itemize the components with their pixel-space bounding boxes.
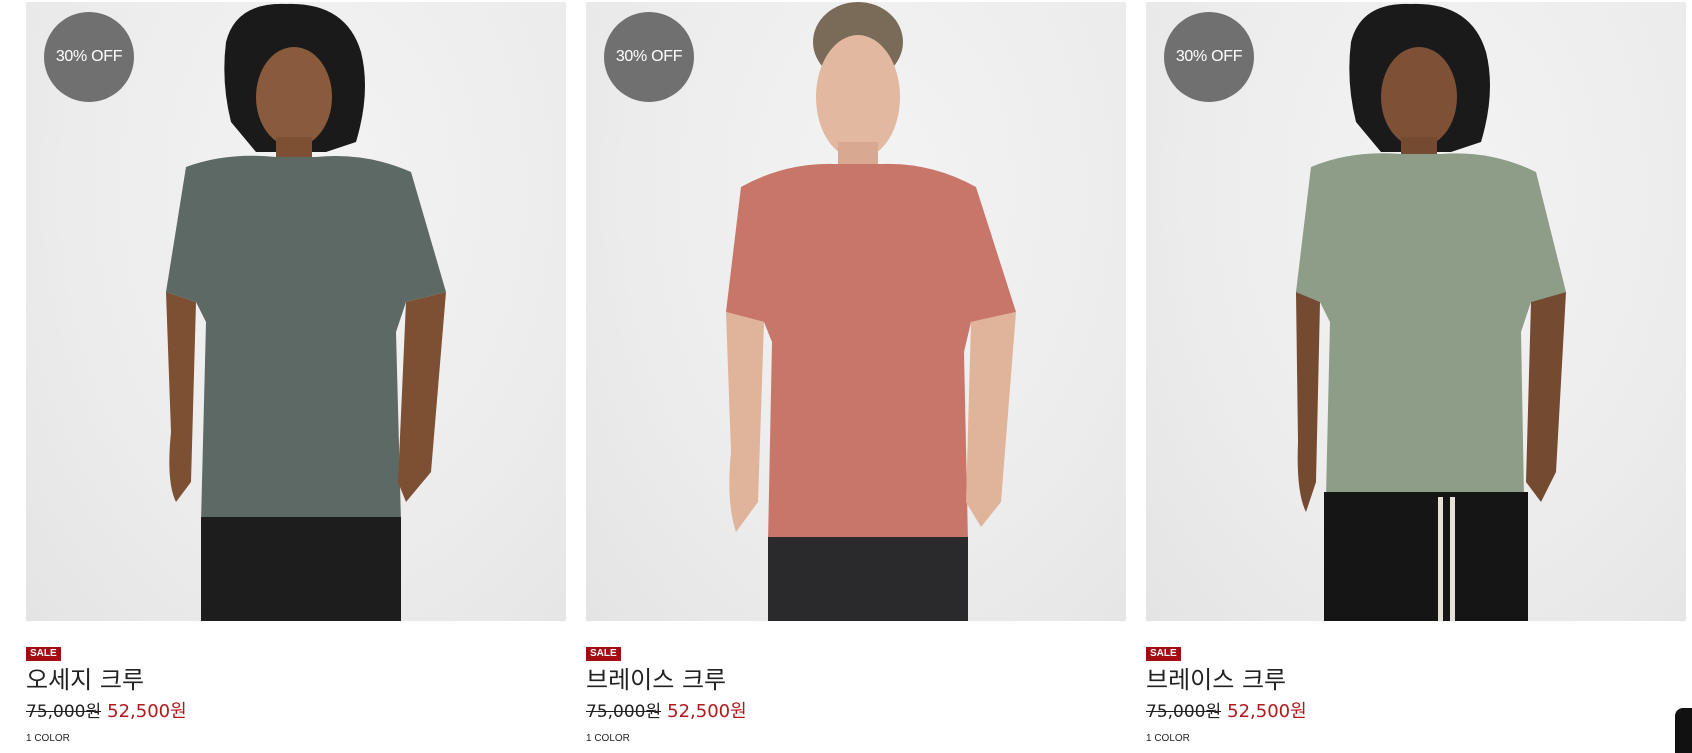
sale-price: 52,500원 — [1227, 701, 1307, 722]
price-row: 75,000원 52,500원 — [26, 699, 566, 725]
product-info: SALE 오세지 크루 75,000원 52,500원 1 COLOR — [26, 621, 566, 744]
discount-badge: 30% OFF — [44, 12, 134, 102]
discount-badge: 30% OFF — [604, 12, 694, 102]
sale-tag: SALE — [1146, 647, 1181, 661]
floating-chat-widget[interactable] — [1675, 708, 1692, 753]
product-image[interactable]: 30% OFF — [1146, 2, 1686, 621]
shirt-shape — [1296, 153, 1566, 497]
color-count: 1 COLOR — [586, 733, 630, 744]
product-name[interactable]: 오세지 크루 — [26, 665, 566, 695]
product-grid: 30% OFF SALE 오세지 크루 75,000원 52,500원 1 COL… — [26, 2, 1686, 744]
product-card[interactable]: 30% OFF SALE 오세지 크루 75,000원 52,500원 1 COL… — [26, 2, 566, 744]
original-price: 75,000원 — [26, 702, 102, 722]
pants-shape — [768, 537, 968, 621]
product-image[interactable]: 30% OFF — [26, 2, 566, 621]
product-image[interactable]: 30% OFF — [586, 2, 1126, 621]
pants-shape — [1324, 492, 1528, 621]
sale-tag: SALE — [26, 647, 61, 661]
product-name[interactable]: 브레이스 크루 — [586, 665, 1126, 695]
sale-tag: SALE — [586, 647, 621, 661]
discount-badge: 30% OFF — [1164, 12, 1254, 102]
product-card[interactable]: 30% OFF SALE 브레이스 크루 75,000원 52,500원 1 CO… — [586, 2, 1126, 744]
sale-price: 52,500원 — [107, 701, 187, 722]
price-row: 75,000원 52,500원 — [1146, 699, 1686, 725]
product-card[interactable]: 30% OFF SALE 브레이스 크루 75,000원 52,500원 1 CO… — [1146, 2, 1686, 744]
original-price: 75,000원 — [1146, 702, 1222, 722]
color-count: 1 COLOR — [26, 733, 70, 744]
product-info: SALE 브레이스 크루 75,000원 52,500원 1 COLOR — [1146, 621, 1686, 744]
color-count: 1 COLOR — [1146, 733, 1190, 744]
product-name[interactable]: 브레이스 크루 — [1146, 665, 1686, 695]
sale-price: 52,500원 — [667, 701, 747, 722]
original-price: 75,000원 — [586, 702, 662, 722]
price-row: 75,000원 52,500원 — [586, 699, 1126, 725]
pants-shape — [201, 517, 401, 621]
product-info: SALE 브레이스 크루 75,000원 52,500원 1 COLOR — [586, 621, 1126, 744]
